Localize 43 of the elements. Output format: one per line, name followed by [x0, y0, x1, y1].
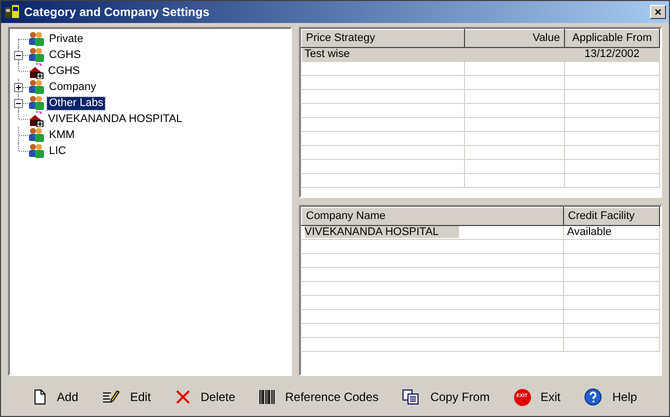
column-header[interactable]: Price Strategy [302, 30, 464, 47]
app-icon [4, 4, 20, 20]
barcode-icon [259, 389, 276, 405]
toolbar-button[interactable]: Copy From [398, 386, 494, 408]
people-icon [28, 127, 45, 143]
expander-box[interactable] [14, 51, 23, 60]
tree-item[interactable]: CGHS [47, 48, 83, 62]
building-icon [28, 111, 44, 127]
toolbar-button[interactable]: Delete [170, 386, 240, 408]
edit-icon [102, 389, 120, 405]
people-icon [28, 95, 45, 111]
people-icon [28, 47, 45, 63]
column-header[interactable]: Value [464, 30, 564, 47]
building-icon [28, 63, 44, 79]
table-cell: VIVEKANANDA HOSPITAL [304, 226, 459, 238]
people-icon [28, 143, 45, 159]
window-title: Category and Company Settings [24, 4, 210, 21]
toolbar-button[interactable]: Reference Codes [255, 386, 383, 408]
tree-item[interactable]: Company [47, 80, 98, 94]
tree-item[interactable]: LIC [47, 144, 68, 158]
expander-box[interactable] [14, 99, 23, 108]
people-icon [28, 79, 45, 95]
tree-item[interactable]: VIVEKANANDA HOSPITAL [46, 112, 184, 126]
tree-item[interactable]: CGHS [46, 64, 82, 78]
tree-item[interactable]: Other Labs [47, 96, 106, 110]
people-icon [28, 31, 45, 47]
toolbar-button[interactable]: Edit [98, 386, 155, 408]
close-button[interactable]: × [650, 5, 666, 19]
toolbar-button[interactable]: Help [580, 386, 642, 408]
column-header[interactable]: Applicable From [564, 30, 660, 47]
table-cell: Test wise [302, 47, 464, 61]
tree-item[interactable]: KMM [47, 128, 77, 142]
toolbar-button[interactable]: Add [28, 386, 82, 408]
copy-icon [402, 389, 420, 405]
tree-item[interactable]: Private [47, 32, 86, 46]
column-header[interactable]: Credit Facility [564, 208, 660, 225]
table-cell: 13/12/2002 [564, 47, 660, 61]
column-header[interactable]: Company Name [302, 208, 564, 225]
expander-box[interactable] [14, 83, 23, 92]
cross-icon [174, 389, 191, 405]
help-icon [584, 388, 602, 406]
document-icon [32, 389, 47, 405]
table-cell: Available [564, 225, 660, 239]
